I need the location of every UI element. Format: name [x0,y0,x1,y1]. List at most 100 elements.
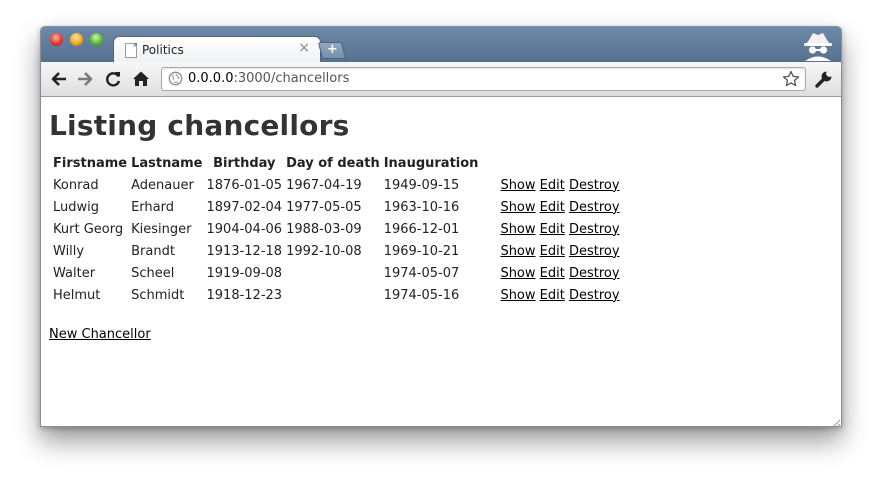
new-tab-button[interactable]: + [317,42,347,59]
cell-gap [481,218,497,240]
cell-firstname: Kurt Georg [53,221,124,237]
cell-inauguration: 1963-10-16 [383,199,460,215]
edit-link[interactable]: Edit [540,200,565,215]
toolbar: 0.0.0.0:3000/chancellors [41,62,841,97]
cell-inauguration: 1966-12-01 [383,221,460,237]
cell-day-of-death: 1992-10-08 [286,243,362,259]
table-header-row: Firstname Lastname Birthday Day of death… [52,152,621,174]
cell-inauguration: 1969-10-21 [383,243,460,259]
cell-inauguration: 1974-05-07 [383,265,460,281]
show-link[interactable]: Show [500,200,535,215]
table-row: Helmut Schmidt 1918-12-23 1974-05-16 Sho… [52,284,621,306]
tab-strip: Politics × + [41,27,841,64]
reload-icon[interactable] [103,69,123,89]
table-row: Ludwig Erhard 1897-02-04 1977-05-05 1963… [52,196,621,218]
chancellors-table: Firstname Lastname Birthday Day of death… [50,152,623,306]
new-chancellor-link[interactable]: New Chancellor [49,327,151,342]
cell-firstname: Helmut [53,287,101,303]
edit-link[interactable]: Edit [540,178,565,193]
cell-day-of-death: 1977-05-05 [286,199,362,215]
back-arrow-icon[interactable] [49,69,69,89]
address-bar[interactable]: 0.0.0.0:3000/chancellors [161,67,806,91]
tab-politics[interactable]: Politics × [113,36,321,64]
edit-link[interactable]: Edit [540,266,565,281]
show-link[interactable]: Show [500,288,535,303]
edit-link[interactable]: Edit [540,288,565,303]
page-content: Listing chancellors Firstname Lastname B… [41,97,841,426]
table-row: Konrad Adenauer 1876-01-05 1967-04-19 19… [52,174,621,196]
cell-gap [481,262,497,284]
column-header-birthday: Birthday [213,155,276,171]
forward-arrow-icon[interactable] [75,69,95,89]
cell-gap [481,240,497,262]
cell-actions: Show Edit Destroy [499,218,620,240]
cell-birthday: 1913-12-18 [206,243,283,259]
tab-title: Politics [142,43,184,57]
tab-close-icon[interactable]: × [298,40,310,56]
column-header-inauguration: Inauguration [383,155,479,171]
cell-birthday: 1904-04-06 [206,221,283,237]
cell-day-of-death: 1967-04-19 [286,177,362,193]
incognito-icon [801,31,835,61]
url-text: 0.0.0.0:3000/chancellors [188,71,349,86]
browser-window: Politics × + 0.0.0.0:3000/chancellors Li… [40,26,842,427]
table-row: Kurt Georg Kiesinger 1904-04-06 1988-03-… [52,218,621,240]
cell-actions: Show Edit Destroy [499,240,620,262]
globe-icon [168,71,183,90]
star-icon[interactable] [782,70,800,92]
resize-grip-icon[interactable] [829,414,841,426]
cell-lastname: Scheel [131,265,175,281]
edit-link[interactable]: Edit [540,244,565,259]
column-header-lastname: Lastname [131,155,203,171]
cell-lastname: Kiesinger [131,221,192,237]
cell-firstname: Willy [53,243,85,259]
page-title: Listing chancellors [49,109,350,142]
cell-birthday: 1897-02-04 [206,199,283,215]
destroy-link[interactable]: Destroy [569,266,620,281]
destroy-link[interactable]: Destroy [569,244,620,259]
cell-actions: Show Edit Destroy [499,196,620,218]
close-window-icon[interactable] [50,33,63,46]
home-icon[interactable] [131,69,151,89]
table-body: Konrad Adenauer 1876-01-05 1967-04-19 19… [52,174,621,306]
destroy-link[interactable]: Destroy [569,288,620,303]
cell-firstname: Ludwig [53,199,100,215]
minimize-window-icon[interactable] [70,33,83,46]
cell-actions: Show Edit Destroy [499,284,620,306]
cell-gap [481,174,497,196]
show-link[interactable]: Show [500,222,535,237]
destroy-link[interactable]: Destroy [569,200,620,215]
cell-inauguration: 1949-09-15 [383,177,460,193]
url-path: :3000/chancellors [233,71,350,86]
show-link[interactable]: Show [500,266,535,281]
cell-lastname: Adenauer [131,177,194,193]
cell-birthday: 1876-01-05 [206,177,283,193]
column-header-actions [499,152,620,174]
cell-birthday: 1918-12-23 [206,287,283,303]
show-link[interactable]: Show [500,244,535,259]
cell-day-of-death: 1988-03-09 [286,221,362,237]
cell-actions: Show Edit Destroy [499,262,620,284]
cell-gap [481,196,497,218]
table-row: Willy Brandt 1913-12-18 1992-10-08 1969-… [52,240,621,262]
cell-day-of-death [285,284,381,306]
page-icon [125,43,137,58]
cell-lastname: Schmidt [131,287,185,303]
cell-inauguration: 1974-05-16 [383,287,460,303]
table-row: Walter Scheel 1919-09-08 1974-05-07 Show… [52,262,621,284]
plus-icon: + [326,42,338,57]
column-header-firstname: Firstname [53,155,128,171]
cell-actions: Show Edit Destroy [499,174,620,196]
edit-link[interactable]: Edit [540,222,565,237]
show-link[interactable]: Show [500,178,535,193]
url-host: 0.0.0.0 [188,71,234,86]
cell-lastname: Erhard [131,199,174,215]
cell-birthday: 1919-09-08 [206,265,283,281]
destroy-link[interactable]: Destroy [569,178,620,193]
zoom-window-icon[interactable] [90,33,103,46]
cell-gap [481,284,497,306]
column-header-day-of-death: Day of death [286,155,380,171]
cell-firstname: Walter [53,265,96,281]
destroy-link[interactable]: Destroy [569,222,620,237]
wrench-icon[interactable] [814,69,834,89]
